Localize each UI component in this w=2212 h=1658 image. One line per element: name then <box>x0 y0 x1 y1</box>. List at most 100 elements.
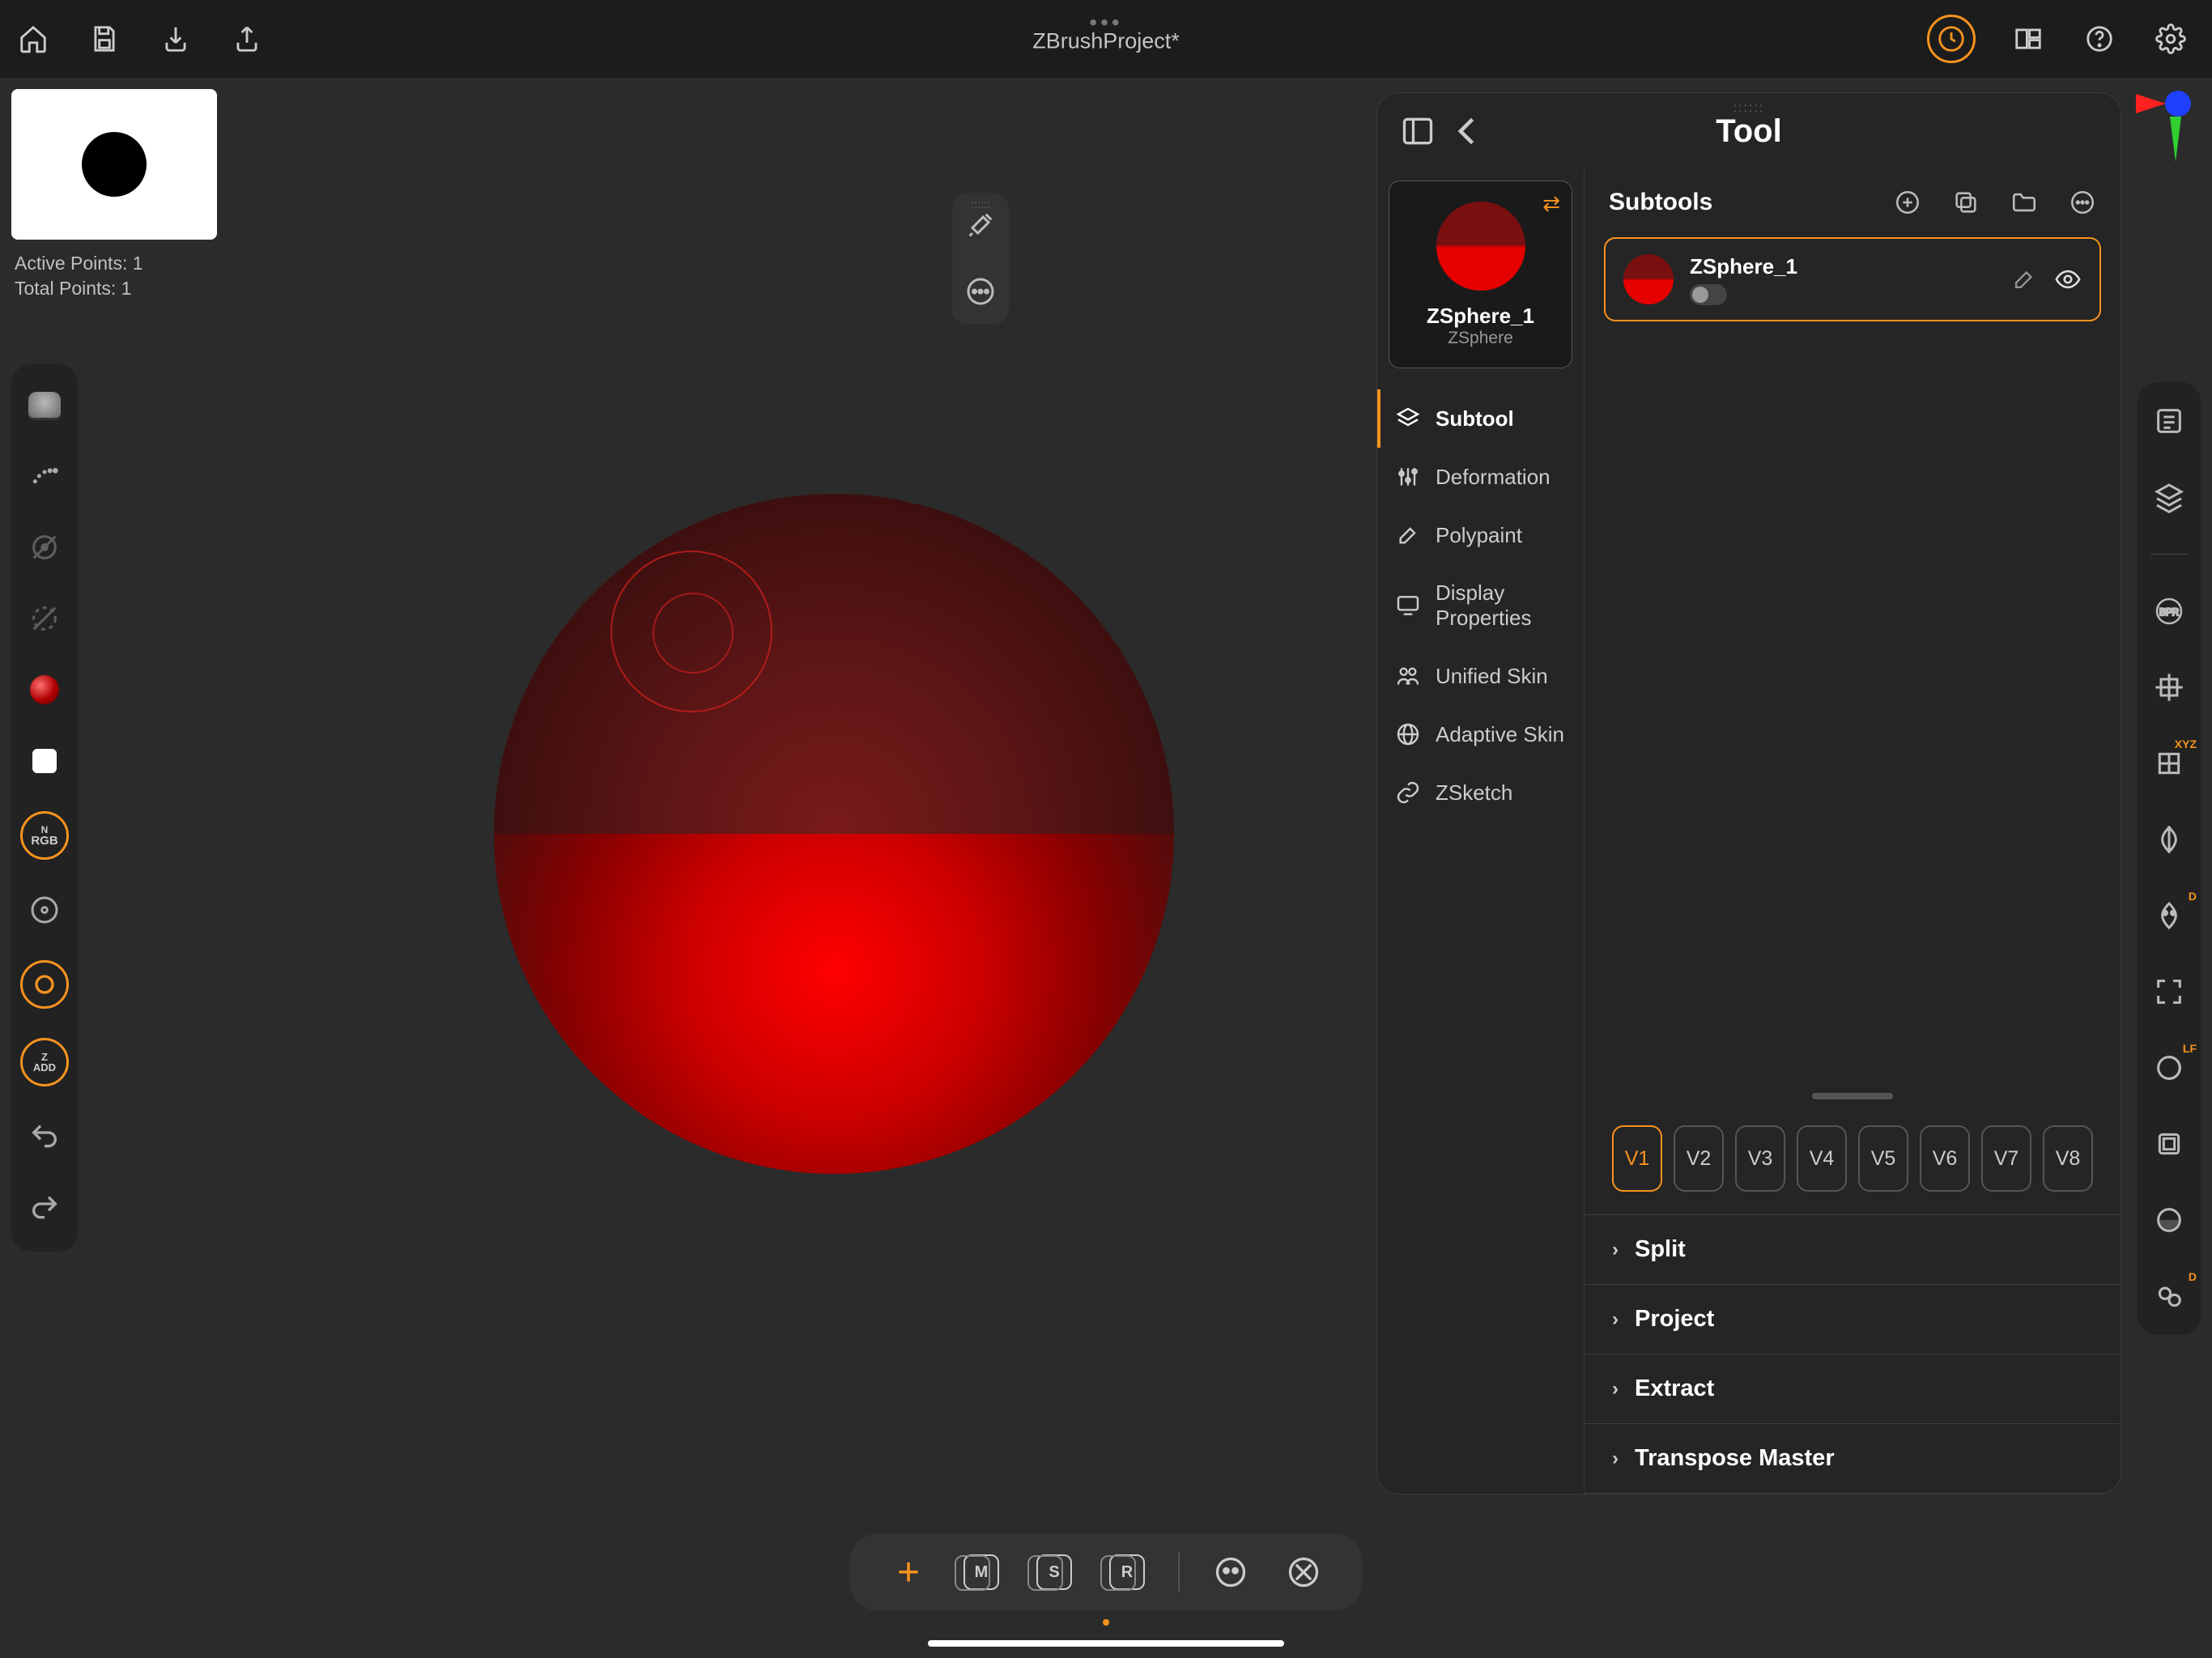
accordion-project[interactable]: ›Project <box>1585 1285 2121 1354</box>
zsphere-object[interactable] <box>494 494 1174 1174</box>
gizmo-move-button[interactable]: M <box>959 1550 1003 1594</box>
menu-item-adaptive-skin[interactable]: Adaptive Skin <box>1377 705 1584 763</box>
color-swatch[interactable] <box>23 740 66 782</box>
help-icon[interactable] <box>2081 20 2118 57</box>
save-icon[interactable] <box>86 20 123 57</box>
subtool-item[interactable]: ZSphere_1 <box>1604 237 2101 321</box>
add-icon[interactable] <box>1894 189 1921 216</box>
rgb-toggle[interactable]: N RGB <box>20 811 69 860</box>
zadd-toggle[interactable]: Z ADD <box>20 1038 69 1086</box>
view-chip-v1[interactable]: V1 <box>1612 1125 1662 1192</box>
material-sphere[interactable] <box>23 669 66 711</box>
axis-cube-icon[interactable]: XYZ <box>2150 744 2189 783</box>
back-icon[interactable] <box>1450 113 1486 149</box>
people-icon <box>1395 663 1421 689</box>
chevron-right-icon: › <box>1612 1239 1619 1261</box>
add-action-icon[interactable]: + <box>887 1550 930 1594</box>
visibility-icon[interactable] <box>2054 266 2082 293</box>
tool-panel-title: Tool <box>1716 113 1781 150</box>
view-chip-v2[interactable]: V2 <box>1674 1125 1724 1192</box>
local-frame-icon[interactable]: LF <box>2150 1048 2189 1087</box>
subtool-thumb-icon <box>1623 254 1674 304</box>
subtool-name: ZSphere_1 <box>1690 254 1994 279</box>
chevron-right-icon: › <box>1612 1448 1619 1470</box>
settings-icon[interactable] <box>2152 20 2189 57</box>
view-chip-v7[interactable]: V7 <box>1981 1125 2031 1192</box>
view-chip-v5[interactable]: V5 <box>1858 1125 1908 1192</box>
layers-icon[interactable] <box>2150 478 2189 517</box>
monitor-icon <box>1395 593 1421 619</box>
redo-icon[interactable] <box>23 1187 66 1229</box>
undo-icon[interactable] <box>23 1116 66 1158</box>
menu-item-display-properties[interactable]: Display Properties <box>1377 564 1584 647</box>
page-indicator <box>1103 1619 1109 1626</box>
symmetry-icon[interactable] <box>2150 820 2189 859</box>
tool-panel-content: Subtools ZSphere_1 V <box>1585 169 2121 1494</box>
polyframe-icon[interactable] <box>2150 1124 2189 1163</box>
dynamesh-icon[interactable]: D <box>2150 896 2189 935</box>
brush-size-dial[interactable] <box>20 960 69 1009</box>
menu-item-zsketch[interactable]: ZSketch <box>1377 763 1584 822</box>
link-icon <box>1395 780 1421 806</box>
swap-icon[interactable]: ⇄ <box>1542 191 1560 216</box>
subtool-accordion: ›Split ›Project ›Extract ›Transpose Mast… <box>1585 1214 2121 1494</box>
view-chip-v3[interactable]: V3 <box>1735 1125 1785 1192</box>
gizmo-scale-button[interactable]: S <box>1032 1550 1076 1594</box>
stroke-dots-icon[interactable] <box>23 455 66 497</box>
accordion-split[interactable]: ›Split <box>1585 1215 2121 1285</box>
history-icon[interactable] <box>1927 15 1976 63</box>
subtool-list: ZSphere_1 <box>1585 232 2121 1083</box>
top-bar: ••• ZBrushProject* <box>0 0 2212 78</box>
intensity-dial-icon[interactable] <box>23 889 66 931</box>
view-chip-v8[interactable]: V8 <box>2043 1125 2093 1192</box>
transparency-icon[interactable] <box>2150 1201 2189 1239</box>
right-tool-strip: BPR XYZ D LF D <box>2138 382 2201 1335</box>
import-icon[interactable] <box>157 20 194 57</box>
brush-preview-thumb[interactable] <box>11 89 217 240</box>
more-icon[interactable] <box>964 275 997 308</box>
grip-icon[interactable]: :::::: <box>971 198 989 210</box>
folder-icon[interactable] <box>2010 189 2038 216</box>
duplicate-icon[interactable] <box>1952 189 1980 216</box>
material-picker[interactable] <box>23 384 66 426</box>
home-indicator[interactable] <box>928 1640 1284 1647</box>
tools-icon[interactable] <box>964 209 997 241</box>
notes-icon[interactable] <box>2150 402 2189 440</box>
alpha-off-icon[interactable] <box>23 597 66 640</box>
sliders-icon <box>1395 464 1421 490</box>
brush-indicator-icon[interactable] <box>2010 266 2038 293</box>
tool-panel-header: :::::: Tool <box>1377 93 2121 169</box>
layout-icon[interactable] <box>2010 20 2047 57</box>
resize-handle[interactable] <box>1812 1093 1893 1099</box>
bottom-dock: + M S R <box>849 1533 1363 1611</box>
export-icon[interactable] <box>228 20 266 57</box>
floor-grid-icon[interactable] <box>2150 668 2189 707</box>
visibility-action-icon[interactable] <box>1282 1550 1325 1594</box>
target-off-icon[interactable] <box>23 526 66 568</box>
view-chip-v6[interactable]: V6 <box>1920 1125 1970 1192</box>
more-options-icon[interactable] <box>2069 189 2096 216</box>
home-icon[interactable] <box>15 20 52 57</box>
current-tool-thumb[interactable]: ⇄ ZSphere_1 ZSphere <box>1389 181 1572 368</box>
mask-icon[interactable] <box>1209 1550 1253 1594</box>
subtools-header: Subtools <box>1585 169 2121 232</box>
accordion-extract[interactable]: ›Extract <box>1585 1354 2121 1424</box>
solo-icon[interactable]: D <box>2150 1277 2189 1316</box>
current-tool-type: ZSphere <box>1448 329 1513 348</box>
tool-panel: :::::: Tool ⇄ ZSphere_1 ZSphere Subtool <box>1376 92 2121 1494</box>
accordion-transpose-master[interactable]: ›Transpose Master <box>1585 1424 2121 1494</box>
gizmo-rotate-button[interactable]: R <box>1105 1550 1149 1594</box>
menu-item-unified-skin[interactable]: Unified Skin <box>1377 647 1584 705</box>
floating-toolbox[interactable]: :::::: <box>952 193 1009 324</box>
bpr-render-icon[interactable]: BPR <box>2150 592 2189 631</box>
subtool-toggle[interactable] <box>1690 284 1727 305</box>
menu-item-subtool[interactable]: Subtool <box>1377 389 1584 448</box>
menu-item-polypaint[interactable]: Polypaint <box>1377 506 1584 564</box>
current-tool-name: ZSphere_1 <box>1427 304 1534 329</box>
panel-sidebar-icon[interactable] <box>1400 113 1436 149</box>
view-chip-v4[interactable]: V4 <box>1797 1125 1847 1192</box>
expand-icon[interactable] <box>2150 972 2189 1011</box>
globe-icon <box>1395 721 1421 747</box>
menu-item-deformation[interactable]: Deformation <box>1377 448 1584 506</box>
mesh-stats: Active Points: 1 Total Points: 1 <box>15 251 143 301</box>
